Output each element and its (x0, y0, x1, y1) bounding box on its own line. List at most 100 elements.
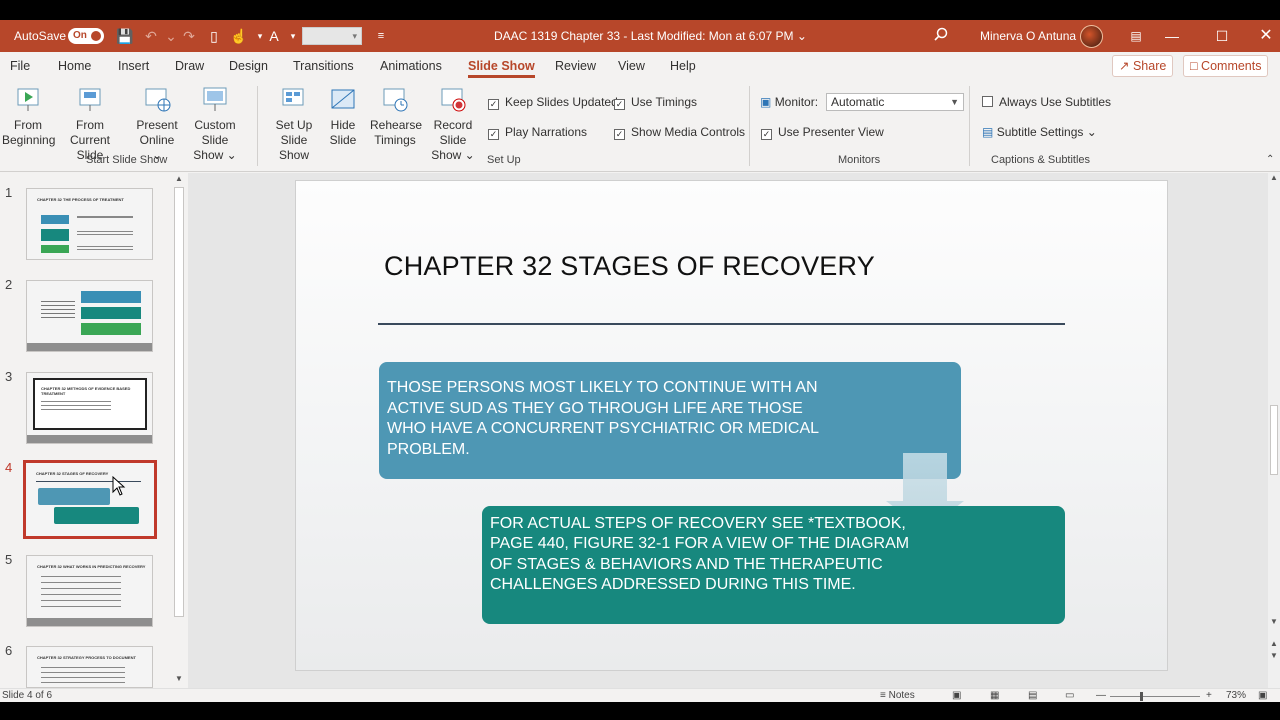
tab-draw[interactable]: Draw (175, 52, 204, 80)
setup-show-icon (282, 88, 304, 106)
slide-thumbnail-6[interactable]: CHAPTER 32 STRATEGY PROCESS TO DOCUMENT (26, 646, 153, 688)
present-icon[interactable]: ▯ (205, 27, 223, 45)
slide-show-view-icon[interactable]: ▭ (1065, 689, 1074, 703)
slide-thumbnail-2[interactable] (26, 280, 153, 352)
thumb-number: 1 (5, 185, 13, 200)
autosave-toggle[interactable]: On (68, 28, 104, 44)
monitor-icon: ▣ (760, 95, 772, 109)
tab-home[interactable]: Home (58, 52, 91, 80)
thumb-shape (38, 488, 110, 505)
comments-button[interactable]: □ Comments (1183, 55, 1269, 77)
hide-slide-button[interactable]: Hide Slide (326, 86, 360, 148)
tab-insert[interactable]: Insert (118, 52, 149, 80)
share-icon: ↗ (1119, 59, 1130, 73)
autosave-label: AutoSave (14, 29, 67, 43)
previous-slide-icon[interactable]: ▲ (1270, 639, 1278, 648)
avatar[interactable] (1080, 25, 1103, 48)
reading-view-icon[interactable]: ▤ (1028, 689, 1037, 703)
from-current-label-1: From (76, 118, 104, 132)
always-use-subtitles-checkbox[interactable]: Always Use Subtitles (982, 94, 1111, 110)
content-box-bottom-text: FOR ACTUAL STEPS OF RECOVERY SEE *TEXTBO… (490, 515, 910, 593)
scroll-up-icon[interactable]: ▲ (1270, 173, 1278, 182)
touch-mode-icon[interactable]: ☝ (230, 27, 248, 45)
slide-title[interactable]: CHAPTER 32 STAGES OF RECOVERY (384, 251, 875, 282)
from-beginning-label-2: Beginning (2, 133, 56, 147)
collapse-ribbon-icon[interactable]: ⌃ (1266, 154, 1274, 165)
monitor-select[interactable]: Automatic ▼ (826, 93, 964, 111)
fit-to-window-icon[interactable]: ▣ (1258, 689, 1267, 703)
thumbnail-scrollbar[interactable]: ▲ ▼ (172, 173, 186, 688)
set-up-slide-show-button[interactable]: Set Up Slide Show (264, 86, 324, 163)
font-color-icon[interactable]: A (265, 27, 283, 45)
from-beginning-button[interactable]: From Beginning (2, 86, 56, 148)
content-box-top[interactable]: THOSE PERSONS MOST LIKELY TO CONTINUE WI… (379, 362, 961, 479)
subtitle-settings-label: Subtitle Settings ⌄ (996, 125, 1097, 139)
normal-view-icon[interactable]: ▣ (952, 689, 961, 703)
group-label-start-slide-show: Start Slide Show (86, 154, 168, 166)
editor-scrollbar[interactable]: ▲ ▼ ▲ ▼ (1268, 173, 1280, 688)
tab-design[interactable]: Design (229, 52, 268, 80)
present-online-button[interactable]: Present Online ⌄ (134, 86, 180, 163)
rehearse-timings-button[interactable]: Rehearse Timings (370, 86, 422, 148)
use-timings-checkbox[interactable]: ✓ Use Timings (614, 94, 697, 110)
record-label-1: Record Slide (433, 118, 473, 147)
undo-icon[interactable]: ↶ (142, 27, 160, 45)
slide-thumbnail-pane: 1 CHAPTER 32 THE PROCESS OF TREATMENT 2 … (0, 173, 187, 688)
use-presenter-view-checkbox[interactable]: ✓ Use Presenter View (761, 124, 884, 140)
slide-thumbnail-1[interactable]: CHAPTER 32 THE PROCESS OF TREATMENT (26, 188, 153, 260)
scroll-thumb[interactable] (174, 187, 184, 617)
ribbon-display-options-icon[interactable]: ▤ (1118, 20, 1154, 52)
thumb-footer (27, 618, 152, 626)
record-icon (441, 88, 466, 112)
play-narrations-label: Play Narrations (505, 125, 588, 139)
subtitle-settings-button[interactable]: ▤ Subtitle Settings ⌄ (982, 124, 1097, 140)
font-size-box[interactable]: ▾ (302, 27, 362, 45)
content-box-bottom[interactable]: FOR ACTUAL STEPS OF RECOVERY SEE *TEXTBO… (482, 506, 1065, 624)
zoom-out-icon[interactable]: — (1096, 689, 1106, 703)
show-media-controls-checkbox[interactable]: ✓ Show Media Controls (614, 124, 745, 140)
document-title[interactable]: DAAC 1319 Chapter 33 - Last Modified: Mo… (494, 20, 807, 52)
slide-thumbnail-4[interactable]: CHAPTER 32 STAGES OF RECOVERY (23, 460, 157, 539)
user-name[interactable]: Minerva O Antuna (980, 20, 1076, 52)
play-narrations-checkbox[interactable]: ✓ Play Narrations (488, 124, 587, 140)
search-icon[interactable] (932, 27, 950, 45)
zoom-in-icon[interactable]: + (1206, 689, 1212, 703)
zoom-level[interactable]: 73% (1226, 689, 1246, 703)
slide-canvas[interactable]: CHAPTER 32 STAGES OF RECOVERY THOSE PERS… (295, 180, 1168, 671)
save-icon[interactable]: 💾 (116, 27, 134, 45)
thumb-shape (41, 215, 69, 224)
scroll-up-icon[interactable]: ▲ (174, 174, 184, 183)
zoom-slider-thumb[interactable] (1140, 692, 1143, 701)
minimize-icon[interactable]: — (1154, 20, 1190, 52)
tab-view[interactable]: View (618, 52, 645, 80)
close-icon[interactable]: ✕ (1248, 20, 1280, 52)
tab-animations[interactable]: Animations (380, 52, 442, 80)
scroll-down-icon[interactable]: ▼ (1270, 617, 1278, 626)
from-current-slide-button[interactable]: From Current Slide (56, 86, 124, 163)
thumb-title: CHAPTER 32 STRATEGY PROCESS TO DOCUMENT (37, 655, 136, 660)
slide-thumbnail-3[interactable]: CHAPTER 32 METHODS OF EVIDENCE BASED TRE… (26, 372, 153, 444)
tab-file[interactable]: File (10, 52, 30, 80)
tab-slide-show[interactable]: Slide Show (468, 52, 535, 80)
tab-help[interactable]: Help (670, 52, 696, 80)
title-bar: AutoSave On 💾 ↶ ⌄ ↷ ▯ ☝ ▾ A ▾ ▾ ≡ DAAC 1… (0, 20, 1280, 52)
notes-button[interactable]: ≡ Notes (880, 689, 915, 703)
scroll-thumb[interactable] (1270, 405, 1278, 475)
redo-icon[interactable]: ↷ (180, 27, 198, 45)
slide-thumbnail-5[interactable]: CHAPTER 32 WHAT WORKS IN PREDICTING RECO… (26, 555, 153, 627)
custom-slide-show-button[interactable]: Custom Slide Show ⌄ (180, 86, 250, 163)
tab-transitions[interactable]: Transitions (293, 52, 354, 80)
subtitle-icon: ▤ (982, 125, 994, 139)
undo-dropdown-icon[interactable]: ⌄ (162, 27, 180, 45)
slide-sorter-icon[interactable]: ▦ (990, 689, 999, 703)
share-button[interactable]: ↗ Share (1112, 55, 1174, 77)
zoom-slider[interactable] (1110, 696, 1200, 697)
font-color-dropdown-icon[interactable]: ▾ (284, 27, 302, 45)
next-slide-icon[interactable]: ▼ (1270, 651, 1278, 660)
record-slide-show-button[interactable]: Record Slide Show ⌄ (420, 86, 486, 163)
keep-slides-updated-checkbox[interactable]: ✓ Keep Slides Updated (488, 94, 618, 110)
scroll-down-icon[interactable]: ▼ (174, 674, 184, 683)
customize-toolbar-icon[interactable]: ≡ (372, 27, 390, 45)
tab-review[interactable]: Review (555, 52, 596, 80)
maximize-icon[interactable]: ☐ (1204, 20, 1240, 52)
